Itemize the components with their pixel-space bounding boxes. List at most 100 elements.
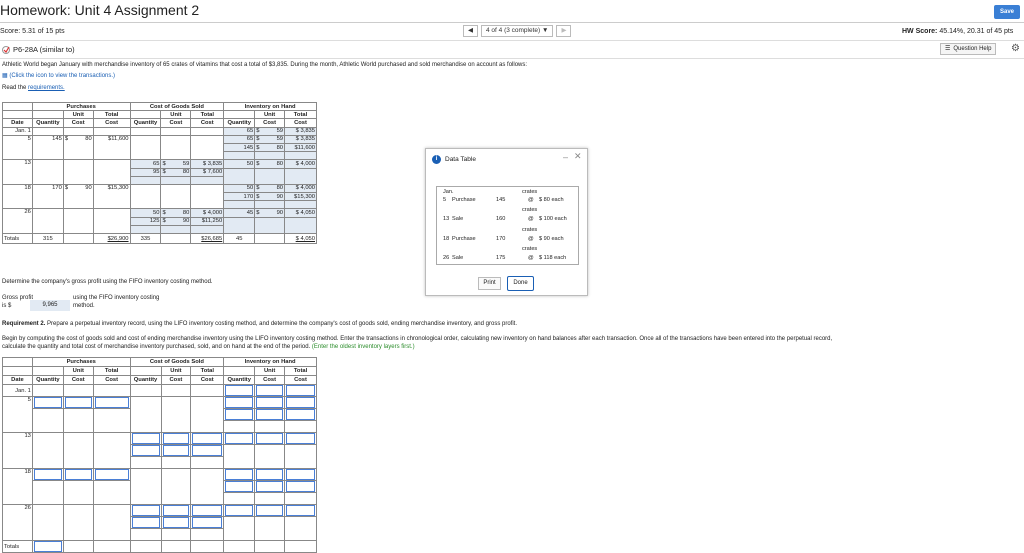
quantity-input[interactable] xyxy=(33,397,62,408)
total-cost-input[interactable] xyxy=(286,505,315,516)
cell: $ 4,050 xyxy=(284,233,317,244)
list-icon: ☰ xyxy=(945,46,951,52)
unit-cost-input[interactable] xyxy=(256,409,284,420)
unit-cost-input[interactable] xyxy=(256,481,284,492)
quantity-input[interactable] xyxy=(225,433,254,444)
cell xyxy=(31,384,64,397)
unit-cost-input[interactable] xyxy=(162,433,190,444)
question-help-button[interactable]: ☰ Question Help xyxy=(940,43,997,55)
gear-icon[interactable]: ⚙ xyxy=(1011,43,1020,54)
quantity-input[interactable] xyxy=(225,385,254,396)
header-cell: Total xyxy=(92,366,131,376)
cell xyxy=(284,432,317,445)
quantity-input[interactable] xyxy=(131,505,160,516)
prev-question-button[interactable]: ◀ xyxy=(463,25,478,37)
unit-cost-input[interactable] xyxy=(162,505,190,516)
quantity-input[interactable] xyxy=(225,481,254,492)
unit-cost-input[interactable] xyxy=(162,445,190,456)
cell xyxy=(223,408,256,421)
cell xyxy=(62,384,94,397)
total-cost-input[interactable] xyxy=(286,385,315,396)
cell xyxy=(223,480,256,493)
total-cost-input[interactable] xyxy=(192,445,223,456)
cell xyxy=(31,159,64,185)
total-cost-input[interactable] xyxy=(286,397,315,408)
cell xyxy=(129,468,162,505)
cell xyxy=(160,175,192,185)
instructions-hint: (Enter the oldest inventory layers first… xyxy=(311,344,415,350)
tx-at: @ xyxy=(528,236,534,242)
cogs-header: Cost of Goods Sold xyxy=(129,357,225,367)
unit-cost-input[interactable] xyxy=(162,517,190,528)
unit-cost-input[interactable] xyxy=(256,505,284,516)
cell: $ 3,835 xyxy=(284,134,317,144)
view-transactions-link[interactable]: ▦ (Click the icon to view the transactio… xyxy=(2,72,115,79)
total-cost-input[interactable] xyxy=(192,517,223,528)
header-cell: Total xyxy=(284,110,317,120)
cell: $59 xyxy=(160,159,192,169)
unit-cost-input[interactable] xyxy=(256,385,284,396)
tx-unit: crates xyxy=(522,246,538,252)
total-cost-input[interactable] xyxy=(286,433,315,444)
header-cell: Unit xyxy=(62,110,94,120)
quantity-input[interactable] xyxy=(225,505,254,516)
unit-cost-input[interactable] xyxy=(256,397,284,408)
total-cost-input[interactable] xyxy=(94,397,129,408)
total-quantity-input[interactable] xyxy=(33,541,62,552)
print-button[interactable]: Print xyxy=(478,277,501,290)
quantity-input[interactable] xyxy=(225,469,254,480)
header-cell: Unit xyxy=(254,110,286,120)
unit-cost-input[interactable] xyxy=(64,397,92,408)
header-cell: Cost xyxy=(92,118,131,128)
requirement2-title: Requirement 2. xyxy=(2,321,46,327)
dollar-sign: $ xyxy=(256,193,260,200)
date-cell: 18 xyxy=(2,183,33,210)
tx-label: Sale xyxy=(452,255,464,261)
question-status-dropdown[interactable]: 4 of 4 (3 complete) ▼ xyxy=(481,25,554,37)
cell xyxy=(129,456,162,469)
quantity-input[interactable] xyxy=(131,445,160,456)
date-cell: 18 xyxy=(2,468,33,505)
done-button[interactable]: Done xyxy=(507,276,534,291)
header-cell: Unit xyxy=(160,110,192,120)
cell xyxy=(160,233,192,244)
requirements-link[interactable]: requirements. xyxy=(28,85,65,91)
cell xyxy=(254,151,286,161)
cell xyxy=(223,151,256,161)
unit-cost-input[interactable] xyxy=(256,469,284,480)
header-cell: Cost xyxy=(160,118,192,128)
header-cell: Date xyxy=(2,118,33,128)
close-icon[interactable]: ✕ xyxy=(574,151,582,162)
gross-profit-suffix2: method. xyxy=(73,303,95,309)
total-cost-input[interactable] xyxy=(192,505,223,516)
cell: $15,300 xyxy=(284,192,317,202)
total-cost-input[interactable] xyxy=(94,469,129,480)
quantity-input[interactable] xyxy=(131,517,160,528)
cell: $80 xyxy=(254,159,286,169)
transactions-table: Jan. crates 5 Purchase 145 @ $ 80 each c… xyxy=(436,186,579,265)
cell xyxy=(160,468,192,505)
header-cell: Cost xyxy=(62,375,94,385)
next-question-button[interactable]: ▶ xyxy=(556,25,572,37)
tx-label: Sale xyxy=(452,216,464,222)
hw-score-value: 45.14%, 20.31 of 45 pts xyxy=(939,28,1014,35)
total-cost-input[interactable] xyxy=(286,481,315,492)
quantity-input[interactable] xyxy=(131,433,160,444)
total-cost-input[interactable] xyxy=(286,409,315,420)
unit-cost: 80 xyxy=(182,169,190,176)
quantity-input[interactable] xyxy=(33,469,62,480)
unit-cost-input[interactable] xyxy=(64,469,92,480)
cell xyxy=(223,516,256,541)
save-button[interactable]: Save xyxy=(994,5,1020,19)
total-cost-input[interactable] xyxy=(192,433,223,444)
quantity-input[interactable] xyxy=(225,397,254,408)
quantity-input[interactable] xyxy=(225,409,254,420)
unit-cost-input[interactable] xyxy=(256,433,284,444)
total-cost-input[interactable] xyxy=(286,469,315,480)
tx-at: @ xyxy=(528,255,534,261)
cell xyxy=(284,480,317,493)
cell: $90 xyxy=(160,216,192,226)
minimize-icon[interactable]: – xyxy=(563,152,568,162)
gross-profit-label: Gross profit xyxy=(2,295,34,301)
cell xyxy=(284,492,317,505)
